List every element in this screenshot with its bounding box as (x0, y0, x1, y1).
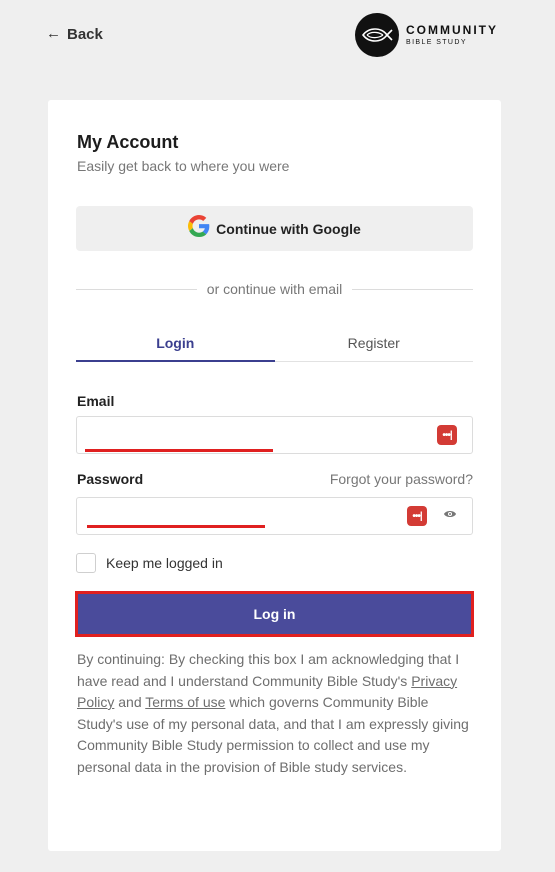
fish-logo-icon (355, 13, 399, 57)
forgot-password-link[interactable]: Forgot your password? (330, 471, 473, 487)
show-password-eye-icon[interactable] (443, 508, 457, 523)
login-button[interactable]: Log in (75, 591, 474, 637)
legal-text-part-2: and (114, 694, 146, 710)
divider-line (352, 288, 473, 290)
email-field[interactable]: •••| (76, 416, 473, 454)
keep-logged-in-label[interactable]: Keep me logged in (106, 555, 223, 571)
top-bar: ← Back COMMUNITY BIBLE STUDY (0, 0, 555, 72)
auth-tabs: Login Register (76, 328, 473, 362)
google-button-label: Continue with Google (216, 220, 361, 237)
email-label: Email (77, 393, 115, 409)
divider-text: or continue with email (206, 281, 343, 297)
back-link[interactable]: ← Back (46, 24, 103, 44)
password-manager-icon[interactable]: •••| (407, 506, 427, 526)
page-subtitle: Easily get back to where you were (77, 158, 290, 174)
logo-text: COMMUNITY BIBLE STUDY (406, 24, 498, 46)
password-label: Password (77, 471, 144, 487)
tab-register[interactable]: Register (275, 328, 474, 361)
legal-text-part-1: By continuing: By checking this box I am… (77, 651, 460, 689)
back-label: Back (67, 25, 103, 43)
google-icon (188, 215, 210, 242)
keep-logged-in-checkbox[interactable] (76, 553, 96, 573)
logo-line-2: BIBLE STUDY (406, 39, 467, 46)
password-manager-icon[interactable]: •••| (437, 425, 457, 445)
logo-line-1: COMMUNITY (406, 23, 498, 37)
arrow-left-icon: ← (46, 25, 61, 42)
divider-line (76, 288, 197, 290)
logo[interactable]: COMMUNITY BIBLE STUDY (355, 13, 498, 57)
tab-login[interactable]: Login (76, 328, 275, 362)
redaction-line (85, 449, 273, 452)
keep-logged-in-row: Keep me logged in (76, 553, 223, 573)
continue-with-google-button[interactable]: Continue with Google (76, 206, 473, 251)
terms-of-use-link[interactable]: Terms of use (145, 694, 225, 710)
legal-text: By continuing: By checking this box I am… (77, 649, 475, 778)
password-field[interactable]: •••| (76, 497, 473, 535)
redaction-line (87, 525, 265, 528)
page-title: My Account (77, 132, 179, 152)
or-divider: or continue with email (76, 280, 473, 298)
account-card: My Account Easily get back to where you … (48, 100, 501, 851)
